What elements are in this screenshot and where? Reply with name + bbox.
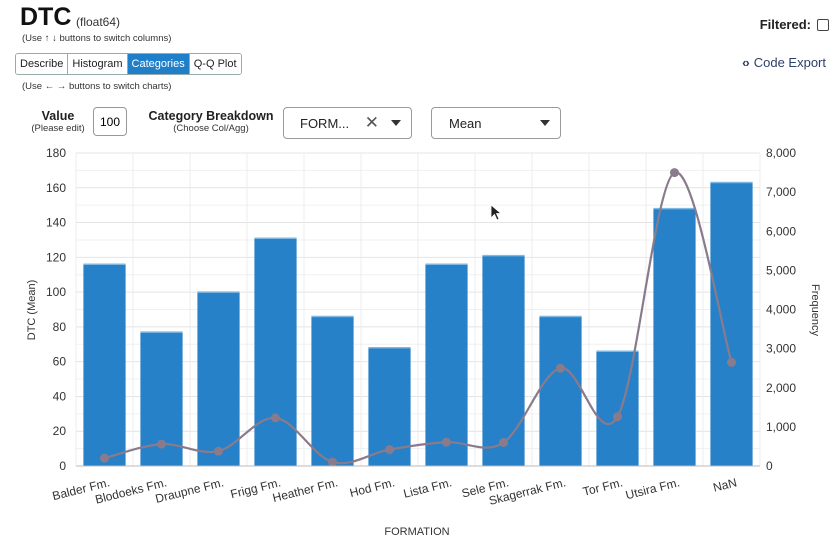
frequency-point (442, 437, 451, 447)
y2-tick-label: 8,000 (766, 146, 796, 160)
y2-tick-label: 1,000 (766, 420, 796, 434)
frequency-point (727, 357, 736, 367)
mouse-cursor-icon (490, 204, 503, 221)
y-tick-label: 60 (53, 355, 67, 369)
y2-axis-title: Frequency (809, 284, 821, 336)
y-tick-label: 80 (53, 320, 67, 334)
bar (653, 208, 696, 466)
frequency-point (328, 457, 337, 467)
y2-tick-label: 2,000 (766, 381, 796, 395)
frequency-point (613, 412, 622, 422)
y2-tick-label: 3,000 (766, 342, 796, 356)
frequency-point (556, 363, 565, 373)
frequency-point (214, 446, 223, 456)
frequency-point (670, 168, 679, 178)
bar (197, 292, 240, 466)
y-tick-label: 140 (46, 216, 66, 230)
bar (539, 316, 582, 466)
bar (425, 264, 468, 466)
bar (710, 182, 753, 467)
x-tick-label: Utsira Fm. (624, 475, 681, 502)
x-tick-label: Lista Fm. (402, 475, 453, 501)
frequency-point (499, 438, 508, 448)
y2-tick-label: 5,000 (766, 263, 796, 277)
x-tick-label: NaN (712, 475, 739, 494)
x-axis-title: FORMATION (384, 526, 449, 538)
y-tick-label: 20 (53, 424, 67, 438)
x-tick-label: Heather Fm. (271, 475, 339, 505)
frequency-point (271, 413, 280, 423)
y2-tick-label: 6,000 (766, 224, 796, 238)
y-tick-label: 40 (53, 389, 67, 403)
y-tick-label: 120 (46, 250, 66, 264)
x-tick-label: Tor Fm. (581, 475, 624, 498)
bar (482, 255, 525, 466)
y-tick-label: 100 (46, 285, 66, 299)
bar (254, 238, 297, 466)
frequency-point (157, 439, 166, 449)
y2-tick-label: 4,000 (766, 303, 796, 317)
bar (311, 316, 354, 466)
x-tick-label: Hod Fm. (348, 475, 396, 500)
y-tick-label: 180 (46, 146, 66, 160)
y-tick-label: 0 (59, 459, 66, 473)
bar (83, 264, 126, 466)
frequency-point (385, 445, 394, 455)
y-axis-title: DTC (Mean) (26, 280, 38, 341)
frequency-point (100, 453, 109, 463)
y2-tick-label: 7,000 (766, 185, 796, 199)
y2-tick-label: 0 (766, 459, 773, 473)
category-breakdown-chart: 0 20 40 60 80 100 120 140 160 180 0 1,000 2,000 3,000… (26, 146, 821, 538)
y-tick-label: 160 (46, 181, 66, 195)
